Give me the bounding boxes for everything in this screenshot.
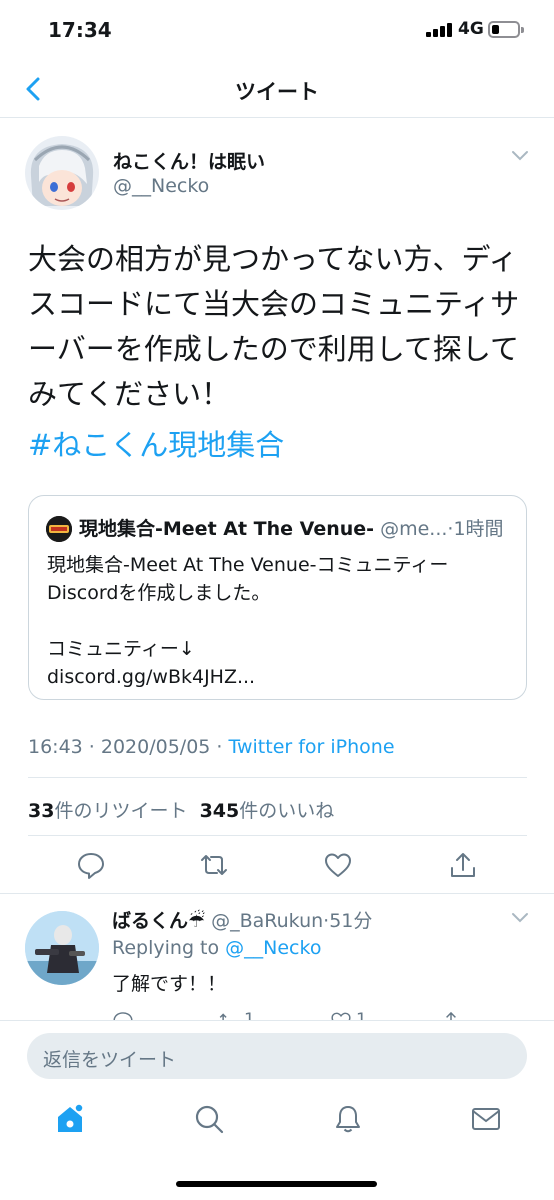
retweet-stat[interactable]: 33件のリツイート xyxy=(28,800,187,822)
heart-icon[interactable] xyxy=(330,1010,352,1020)
reply-text: 了解です！！ xyxy=(112,973,227,995)
reply-retweet-count: 1 xyxy=(244,1010,255,1020)
status-time: 17:34 xyxy=(48,18,112,42)
reply-like-count: 1 xyxy=(356,1010,367,1020)
divider xyxy=(28,835,527,836)
retweet-icon[interactable] xyxy=(199,850,229,880)
network-label: 4G xyxy=(458,19,484,39)
reply-header: ばるくん☔ @_BaRukun·51分 xyxy=(112,906,372,933)
chevron-down-icon[interactable] xyxy=(511,150,529,162)
battery-icon xyxy=(488,21,524,38)
tweet-timestamp: 16:43 · 2020/05/05 · Twitter for iPhone xyxy=(28,736,395,758)
tweet-text: 大会の相方が見つかってない方、ディスコードにて当大会のコミュニティサーバーを作成… xyxy=(28,242,520,411)
reply-avatar[interactable] xyxy=(25,911,99,985)
quote-name: 現地集合-Meet At The Venue- xyxy=(79,518,375,540)
quote-header: 現地集合-Meet At The Venue- @me...·1時間 xyxy=(79,514,519,541)
reply-icon[interactable] xyxy=(76,850,106,880)
page-title: ツイート xyxy=(235,80,319,104)
home-icon[interactable] xyxy=(54,1103,86,1135)
reply-icon[interactable] xyxy=(112,1010,134,1020)
reply-handle[interactable]: @_BaRukun xyxy=(211,910,323,932)
retweet-icon[interactable] xyxy=(218,1010,240,1020)
author-name[interactable]: ねこくん！は眠い xyxy=(113,147,265,174)
messages-envelope-icon[interactable] xyxy=(470,1103,502,1135)
quote-time: ·1時間 xyxy=(447,518,504,540)
nav-header: ツイート xyxy=(0,62,554,118)
quoted-tweet[interactable]: 現地集合-Meet At The Venue- @me...·1時間 現地集合-… xyxy=(28,495,527,700)
divider xyxy=(28,777,527,778)
like-stat[interactable]: 345件のいいね xyxy=(200,800,335,822)
share-icon[interactable] xyxy=(440,1010,462,1020)
avatar[interactable] xyxy=(25,136,99,210)
hashtag-link[interactable]: #ねこくん現地集合 xyxy=(28,422,284,464)
quote-avatar xyxy=(46,516,72,542)
quote-handle: @me... xyxy=(380,518,448,540)
timestamp-text: 16:43 · 2020/05/05 · xyxy=(28,736,229,758)
reply-input[interactable]: 返信をツイート xyxy=(27,1033,527,1079)
reply-name[interactable]: ばるくん☔ xyxy=(112,910,205,932)
search-icon[interactable] xyxy=(193,1103,225,1135)
home-indicator xyxy=(176,1181,377,1187)
tweet-stats: 33件のリツイート 345件のいいね xyxy=(28,796,334,823)
quote-text: 現地集合-Meet At The Venue-コミュニティーDiscordを作成… xyxy=(47,554,449,688)
chevron-down-icon[interactable] xyxy=(511,912,529,924)
notifications-bell-icon[interactable] xyxy=(332,1103,364,1135)
replying-to: Replying to @__Necko xyxy=(112,937,322,959)
reply-tweet[interactable]: ばるくん☔ @_BaRukun·51分 Replying to @__Necko… xyxy=(0,894,554,1020)
bottom-bar: 返信をツイート xyxy=(0,1020,554,1200)
source-link[interactable]: Twitter for iPhone xyxy=(229,736,395,758)
share-icon[interactable] xyxy=(448,850,478,880)
heart-icon[interactable] xyxy=(323,850,353,880)
reply-actions: 1 1 xyxy=(112,1010,532,1020)
author-handle[interactable]: @__Necko xyxy=(113,175,209,197)
signal-icon xyxy=(426,23,454,37)
mention-link[interactable]: @__Necko xyxy=(225,937,321,959)
status-bar: 17:34 4G xyxy=(0,0,554,62)
reply-time: ·51分 xyxy=(323,910,373,932)
